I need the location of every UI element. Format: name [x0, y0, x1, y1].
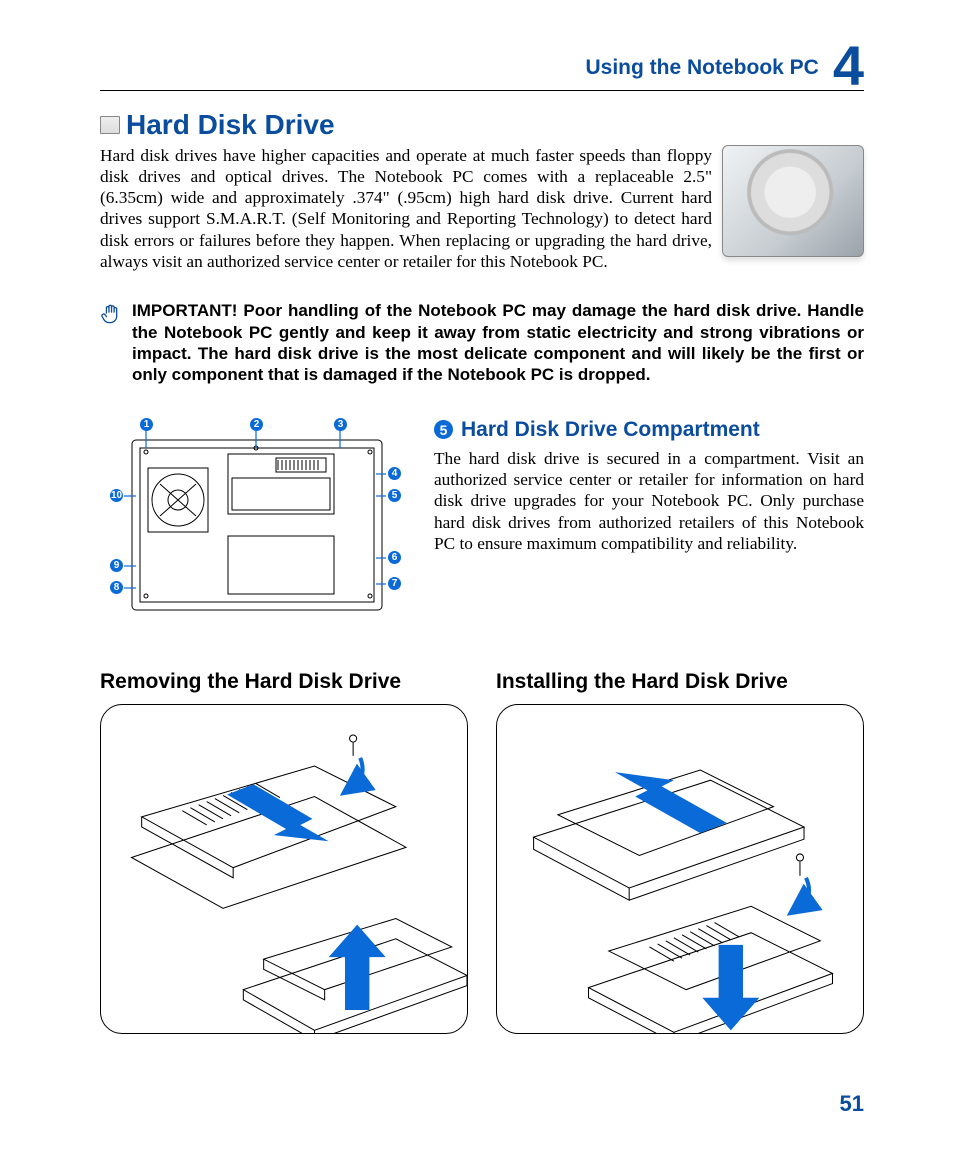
callout-9: 9: [110, 559, 123, 572]
installing-heading: Installing the Hard Disk Drive: [496, 670, 864, 694]
caution-hand-icon: [100, 302, 122, 328]
compartment-heading: Hard Disk Drive Compartment: [461, 418, 760, 442]
callout-8: 8: [110, 581, 123, 594]
callout-2: 2: [250, 418, 263, 431]
chapter-number: 4: [833, 42, 864, 90]
important-text: IMPORTANT! Poor handling of the Notebook…: [132, 300, 864, 386]
hard-disk-photo: [722, 145, 864, 257]
section-title: Using the Notebook PC: [586, 56, 819, 80]
callout-7: 7: [388, 577, 401, 590]
callout-4: 4: [388, 467, 401, 480]
laptop-bottom-diagram: 1 2 3 4 5 6 7 8 9 10: [100, 418, 410, 636]
removing-illustration: [100, 704, 468, 1034]
removing-heading: Removing the Hard Disk Drive: [100, 670, 468, 694]
compartment-text: The hard disk drive is secured in a comp…: [434, 448, 864, 554]
hard-disk-icon: [100, 116, 120, 134]
important-note: IMPORTANT! Poor handling of the Notebook…: [100, 300, 864, 386]
callout-3: 3: [334, 418, 347, 431]
page-number: 51: [840, 1091, 864, 1117]
page-header: Using the Notebook PC 4: [100, 38, 864, 91]
callout-1: 1: [140, 418, 153, 431]
callout-10: 10: [110, 489, 123, 502]
installing-illustration: [496, 704, 864, 1034]
page-title: Hard Disk Drive: [126, 109, 335, 141]
callout-6: 6: [388, 551, 401, 564]
compartment-callout-number: 5: [434, 420, 453, 439]
callout-5: 5: [388, 489, 401, 502]
